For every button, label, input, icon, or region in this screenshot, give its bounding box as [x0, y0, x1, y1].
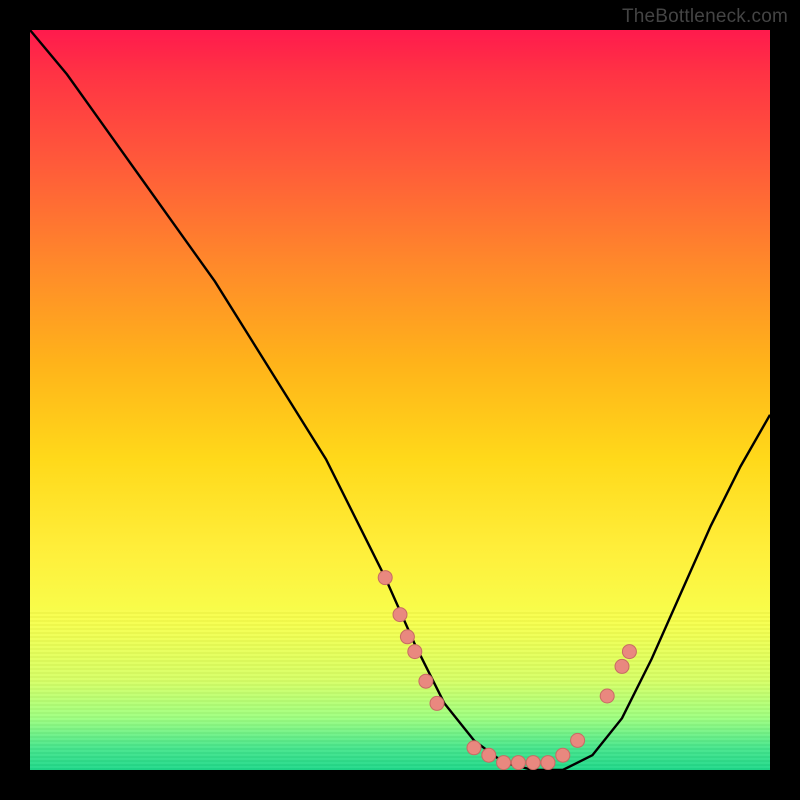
highlight-dot — [541, 756, 555, 770]
highlight-dot — [419, 674, 433, 688]
bottom-stripes — [30, 610, 770, 770]
highlight-dot — [393, 608, 407, 622]
highlight-dot — [571, 733, 585, 747]
highlight-dot — [400, 630, 414, 644]
highlight-dot — [430, 696, 444, 710]
highlight-dot — [615, 659, 629, 673]
plot-area — [30, 30, 770, 770]
watermark-text: TheBottleneck.com — [622, 6, 788, 28]
chart-frame: TheBottleneck.com — [0, 0, 800, 800]
highlight-dot — [467, 741, 481, 755]
bottleneck-curve-svg — [30, 30, 770, 770]
highlight-dot — [482, 748, 496, 762]
highlight-dot — [600, 689, 614, 703]
bottleneck-curve-path — [30, 30, 770, 770]
highlight-dot — [497, 756, 511, 770]
highlight-dot — [622, 645, 636, 659]
highlight-dot — [526, 756, 540, 770]
highlight-dot — [556, 748, 570, 762]
highlight-dot — [511, 756, 525, 770]
highlight-dots-group — [378, 571, 636, 770]
highlight-dot — [378, 571, 392, 585]
highlight-dot — [408, 645, 422, 659]
